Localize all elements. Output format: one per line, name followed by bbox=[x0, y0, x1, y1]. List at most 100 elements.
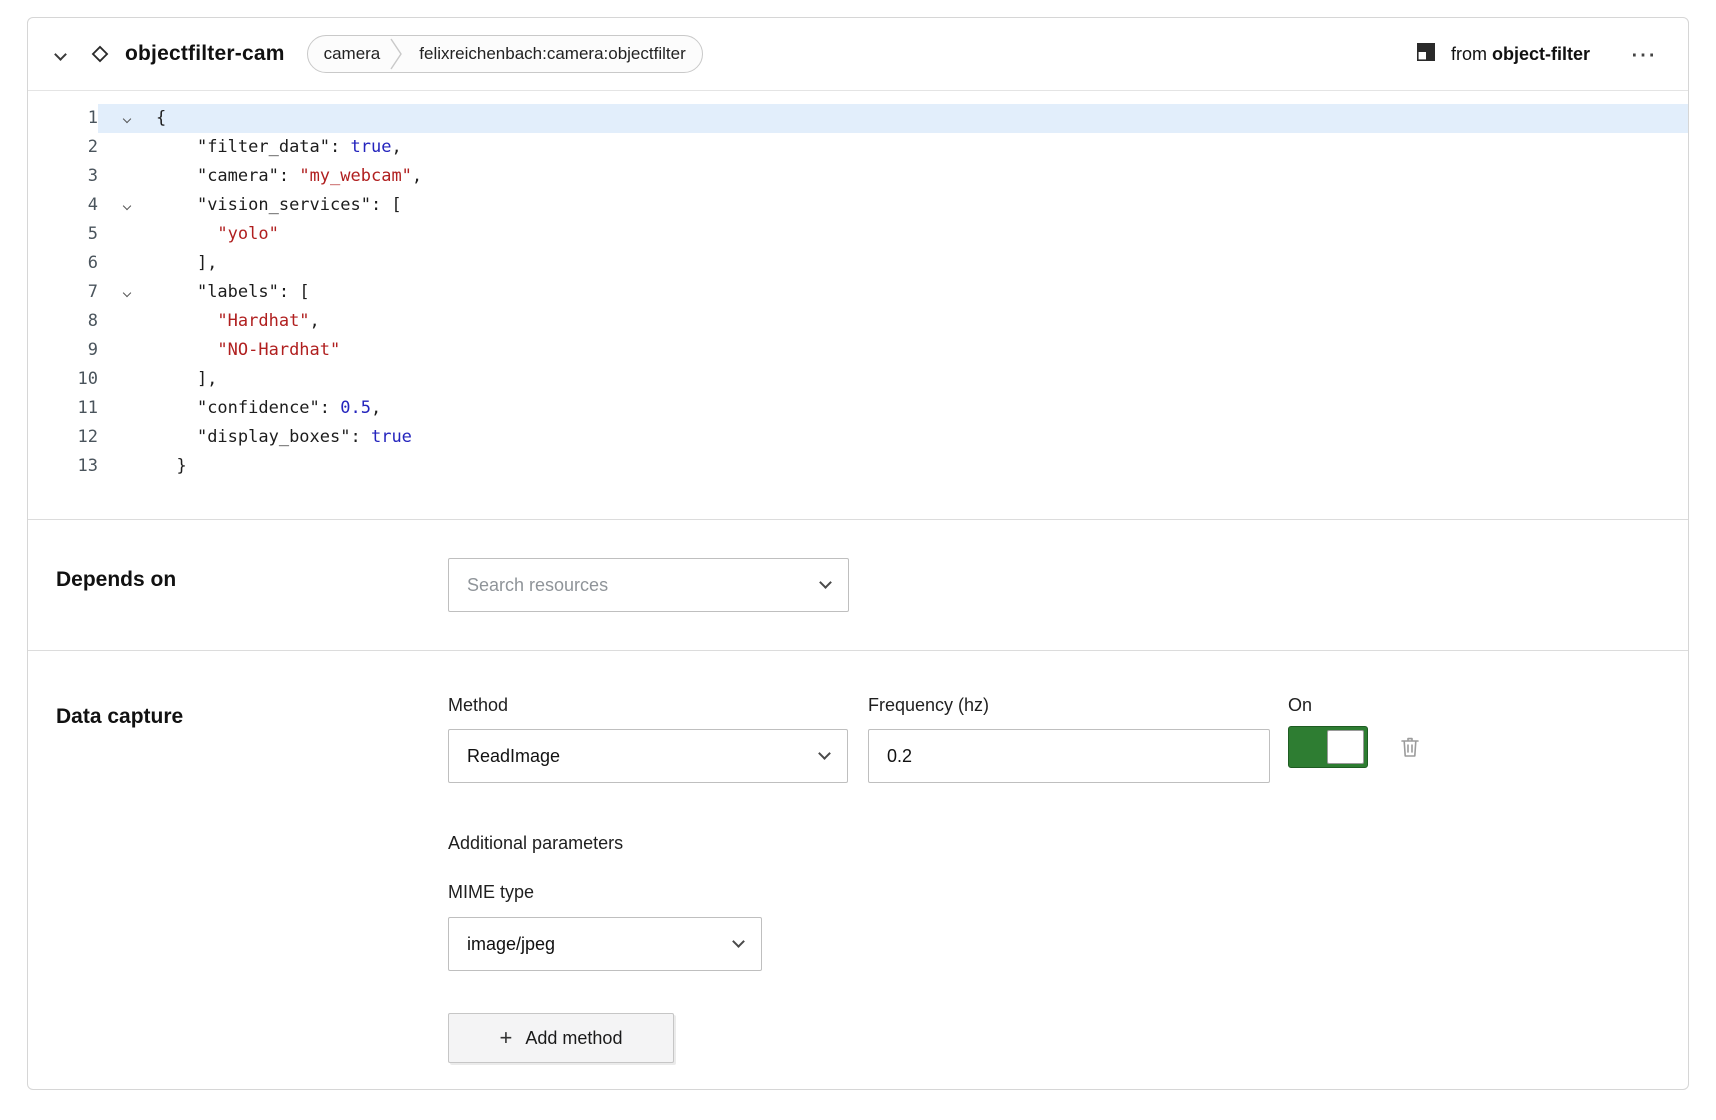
line-number: 12 bbox=[28, 423, 98, 452]
add-method-label: Add method bbox=[525, 1028, 622, 1049]
method-select-value: ReadImage bbox=[467, 746, 560, 767]
component-card: objectfilter-cam camera felixreichenbach… bbox=[27, 17, 1689, 1090]
code-token: : bbox=[320, 394, 340, 423]
depends-on-select[interactable]: Search resources bbox=[448, 558, 849, 612]
code-token: : [ bbox=[279, 278, 310, 307]
mime-type-value: image/jpeg bbox=[467, 934, 555, 955]
attributes-code-editor[interactable]: 1 {2 "filter_data": true,3 "camera": "my_… bbox=[28, 91, 1688, 520]
code-line-content: } bbox=[98, 452, 1688, 481]
code-token: "labels" bbox=[197, 278, 279, 307]
component-model-badge: felixreichenbach:camera:objectfilter bbox=[403, 44, 701, 64]
from-fragment-label: from object-filter bbox=[1451, 44, 1590, 65]
code-token: "my_webcam" bbox=[299, 162, 412, 191]
code-lines: 1 {2 "filter_data": true,3 "camera": "my_… bbox=[28, 104, 1688, 481]
code-token: , bbox=[391, 133, 401, 162]
code-token: true bbox=[351, 133, 392, 162]
capture-on-toggle[interactable] bbox=[1288, 726, 1368, 768]
code-token bbox=[156, 278, 197, 307]
component-type-badge: camera bbox=[308, 44, 391, 64]
code-line: 9 "NO-Hardhat" bbox=[28, 336, 1688, 365]
code-token bbox=[156, 423, 197, 452]
plus-icon: + bbox=[500, 1027, 513, 1049]
code-token: , bbox=[310, 307, 320, 336]
line-number: 4 bbox=[28, 191, 98, 220]
code-line-content: "vision_services": [ bbox=[98, 191, 1688, 220]
code-token: "Hardhat" bbox=[217, 307, 309, 336]
code-token bbox=[156, 133, 197, 162]
code-line-content: "display_boxes": true bbox=[98, 423, 1688, 452]
code-line: 11 "confidence": 0.5, bbox=[28, 394, 1688, 423]
line-number: 3 bbox=[28, 162, 98, 191]
code-line: 5 "yolo" bbox=[28, 220, 1688, 249]
code-line: 10 ], bbox=[28, 365, 1688, 394]
code-line-content: ], bbox=[98, 365, 1688, 394]
toggle-knob bbox=[1327, 730, 1364, 764]
code-token: { bbox=[156, 104, 166, 133]
code-line: 8 "Hardhat", bbox=[28, 307, 1688, 336]
code-token bbox=[156, 307, 217, 336]
chevron-down-icon bbox=[818, 747, 831, 760]
frequency-input-wrap bbox=[868, 729, 1270, 783]
line-number: 8 bbox=[28, 307, 98, 336]
mime-type-select[interactable]: image/jpeg bbox=[448, 917, 762, 971]
method-select[interactable]: ReadImage bbox=[448, 729, 848, 783]
delete-method-trash-icon[interactable] bbox=[1398, 734, 1422, 760]
code-line-content: ], bbox=[98, 249, 1688, 278]
code-token: : bbox=[350, 423, 370, 452]
depends-on-placeholder: Search resources bbox=[467, 575, 608, 596]
chevron-down-icon bbox=[819, 576, 832, 589]
code-line: 13 } bbox=[28, 452, 1688, 481]
code-token: , bbox=[371, 394, 381, 423]
code-token: "filter_data" bbox=[197, 133, 330, 162]
fold-chevron-icon[interactable] bbox=[98, 203, 156, 209]
component-diamond-icon bbox=[89, 43, 111, 65]
code-line-content: "filter_data": true, bbox=[98, 133, 1688, 162]
code-line-content: "yolo" bbox=[98, 220, 1688, 249]
add-method-button[interactable]: + Add method bbox=[448, 1013, 674, 1063]
depends-on-section: Depends on Search resources bbox=[28, 520, 1688, 651]
badge-separator-chevron-icon bbox=[390, 36, 403, 72]
code-token: ], bbox=[156, 365, 217, 394]
component-type-model-badge: camera felixreichenbach:camera:objectfil… bbox=[307, 35, 703, 73]
data-capture-content: Method ReadImage Frequency (hz) On bbox=[448, 695, 1422, 1063]
fold-chevron-icon[interactable] bbox=[98, 290, 156, 296]
code-token: "camera" bbox=[197, 162, 279, 191]
fold-chevron-icon[interactable] bbox=[98, 116, 156, 122]
frequency-label: Frequency (hz) bbox=[868, 695, 1270, 716]
code-line-content: "labels": [ bbox=[98, 278, 1688, 307]
data-capture-heading: Data capture bbox=[56, 705, 448, 729]
code-token: : bbox=[279, 162, 299, 191]
code-token bbox=[156, 162, 197, 191]
code-token: , bbox=[412, 162, 422, 191]
line-number: 11 bbox=[28, 394, 98, 423]
line-number: 9 bbox=[28, 336, 98, 365]
collapse-chevron-icon[interactable] bbox=[56, 50, 65, 59]
fragment-name: object-filter bbox=[1492, 44, 1590, 64]
data-capture-section: Data capture Method ReadImage Frequency … bbox=[28, 651, 1688, 1089]
mime-type-label: MIME type bbox=[448, 882, 1422, 903]
code-token bbox=[156, 394, 197, 423]
code-token: "NO-Hardhat" bbox=[217, 336, 340, 365]
line-number: 1 bbox=[28, 104, 98, 133]
line-number: 6 bbox=[28, 249, 98, 278]
frequency-input[interactable] bbox=[887, 746, 1251, 767]
code-line-content: "Hardhat", bbox=[98, 307, 1688, 336]
code-token: "display_boxes" bbox=[197, 423, 351, 452]
code-line: 2 "filter_data": true, bbox=[28, 133, 1688, 162]
code-token: } bbox=[156, 452, 187, 481]
code-token: ], bbox=[156, 249, 217, 278]
fragment-icon bbox=[1415, 41, 1437, 68]
code-token: "yolo" bbox=[217, 220, 278, 249]
line-number: 5 bbox=[28, 220, 98, 249]
more-options-menu-icon[interactable]: ⋯ bbox=[1626, 41, 1662, 67]
additional-parameters-label: Additional parameters bbox=[448, 833, 1422, 854]
code-line-content: "confidence": 0.5, bbox=[98, 394, 1688, 423]
component-card-header: objectfilter-cam camera felixreichenbach… bbox=[28, 18, 1688, 91]
code-token bbox=[156, 336, 217, 365]
code-token: : bbox=[330, 133, 350, 162]
code-line-content: { bbox=[98, 104, 1688, 133]
line-number: 13 bbox=[28, 452, 98, 481]
code-token bbox=[156, 220, 217, 249]
code-line: 4 "vision_services": [ bbox=[28, 191, 1688, 220]
chevron-down-icon bbox=[732, 935, 745, 948]
